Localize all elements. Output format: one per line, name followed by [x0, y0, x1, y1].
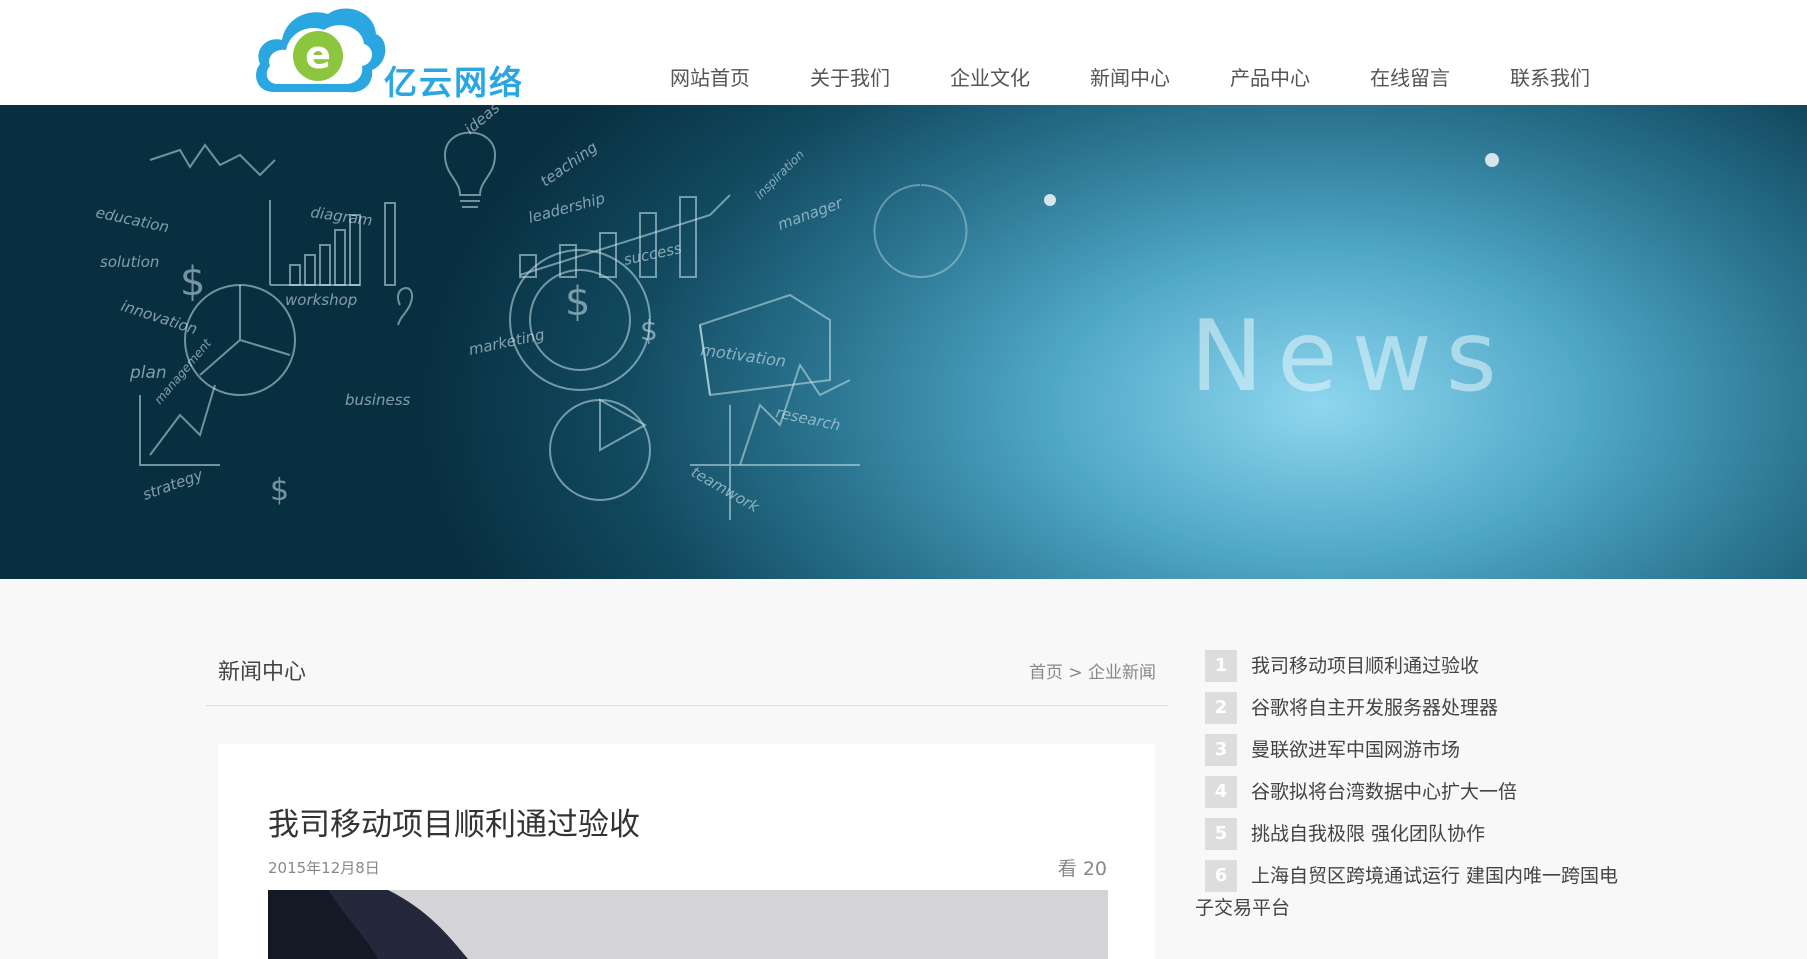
rank-badge: 6	[1205, 860, 1237, 892]
article-photo-image	[268, 890, 1108, 959]
nav-culture[interactable]: 企业文化	[920, 60, 1060, 100]
article-image	[268, 890, 1108, 959]
news-list-title[interactable]: 谷歌拟将台湾数据中心扩大一倍	[1251, 776, 1517, 808]
nav-home[interactable]: 网站首页	[640, 60, 780, 100]
breadcrumb: 首页 > 企业新闻	[1029, 658, 1156, 683]
news-list-title[interactable]: 我司移动项目顺利通过验收	[1251, 650, 1479, 682]
news-list-title[interactable]: 谷歌将自主开发服务器处理器	[1251, 692, 1498, 724]
article-card: 我司移动项目顺利通过验收 2015年12月8日 看 20	[218, 744, 1155, 959]
news-list-item[interactable]: 2 谷歌将自主开发服务器处理器	[1195, 692, 1625, 724]
breadcrumb-home[interactable]: 首页	[1029, 663, 1063, 683]
rank-badge: 2	[1205, 692, 1237, 724]
svg-text:$: $	[270, 473, 289, 508]
nav-about[interactable]: 关于我们	[780, 60, 920, 100]
nav-contact[interactable]: 联系我们	[1480, 60, 1620, 100]
article-date: 2015年12月8日	[268, 859, 380, 877]
sketch-word: motivation	[699, 340, 787, 371]
svg-text:$: $	[180, 259, 205, 305]
sketch-word: plan	[129, 363, 167, 383]
business-sketch-illustration: education solution innovation plan diagr…	[94, 105, 1499, 520]
rank-badge: 3	[1205, 734, 1237, 766]
section-title: 新闻中心	[218, 660, 307, 685]
news-banner: education solution innovation plan diagr…	[0, 105, 1807, 579]
svg-text:$: $	[565, 279, 590, 325]
sketch-word: ideas	[461, 105, 503, 138]
site-header: e 亿云网络 网站首页 关于我们 企业文化 新闻中心 产品中心 在线留言 联系我…	[0, 0, 1807, 105]
sketch-word: research	[774, 403, 842, 434]
sketch-word: success	[622, 239, 683, 269]
sketch-word: business	[345, 391, 411, 409]
news-list-item[interactable]: 3 曼联欲进军中国网游市场	[1195, 734, 1625, 766]
news-list-item[interactable]: 1 我司移动项目顺利通过验收	[1195, 650, 1625, 682]
sketch-word: marketing	[467, 325, 546, 359]
logo-text: 亿云网络	[384, 63, 524, 102]
breadcrumb-current[interactable]: 企业新闻	[1088, 663, 1156, 683]
logo-letter: e	[305, 33, 331, 77]
section-header: 新闻中心 首页 > 企业新闻	[206, 640, 1168, 706]
news-list-title[interactable]: 曼联欲进军中国网游市场	[1251, 734, 1460, 766]
breadcrumb-separator: >	[1062, 663, 1088, 683]
sketch-word: diagram	[309, 203, 373, 230]
nav-message[interactable]: 在线留言	[1340, 60, 1480, 100]
sketch-word: strategy	[140, 465, 206, 504]
news-list-title-continued[interactable]: 子交易平台	[1195, 892, 1625, 924]
sketch-word: solution	[100, 253, 159, 271]
news-list-item[interactable]: 4 谷歌拟将台湾数据中心扩大一倍	[1195, 776, 1625, 808]
main-nav: 网站首页 关于我们 企业文化 新闻中心 产品中心 在线留言 联系我们	[640, 60, 1620, 100]
views-label: 看	[1057, 858, 1077, 880]
news-list: 1 我司移动项目顺利通过验收 2 谷歌将自主开发服务器处理器 3 曼联欲进军中国网游市…	[1195, 650, 1625, 934]
rank-badge: 4	[1205, 776, 1237, 808]
cloud-logo-icon: e	[256, 8, 386, 93]
sketch-word: inspiration	[752, 147, 807, 202]
article-title[interactable]: 我司移动项目顺利通过验收	[268, 799, 640, 844]
article-views: 看 20	[1058, 854, 1107, 881]
news-list-item[interactable]: 5 挑战自我极限 强化团队协作	[1195, 818, 1625, 850]
views-count: 20	[1082, 858, 1107, 880]
nav-news[interactable]: 新闻中心	[1060, 60, 1200, 100]
news-list-title[interactable]: 上海自贸区跨境通试运行 建国内唯一跨国电	[1251, 860, 1618, 892]
sketch-word: education	[94, 203, 171, 236]
sketch-word: leadership	[526, 189, 606, 227]
banner-title: News	[1190, 300, 1511, 414]
sketch-word: teaching	[537, 138, 601, 190]
svg-text:$: $	[640, 314, 658, 347]
rank-badge: 5	[1205, 818, 1237, 850]
sketch-word: teamwork	[688, 463, 763, 517]
sketch-word: manager	[775, 194, 845, 234]
news-list-title[interactable]: 挑战自我极限 强化团队协作	[1251, 818, 1485, 850]
site-logo[interactable]: e 亿云网络	[252, 4, 522, 102]
sketch-word: workshop	[285, 291, 357, 309]
news-list-item[interactable]: 6 上海自贸区跨境通试运行 建国内唯一跨国电 子交易平台	[1195, 860, 1625, 924]
rank-badge: 1	[1205, 650, 1237, 682]
nav-products[interactable]: 产品中心	[1200, 60, 1340, 100]
